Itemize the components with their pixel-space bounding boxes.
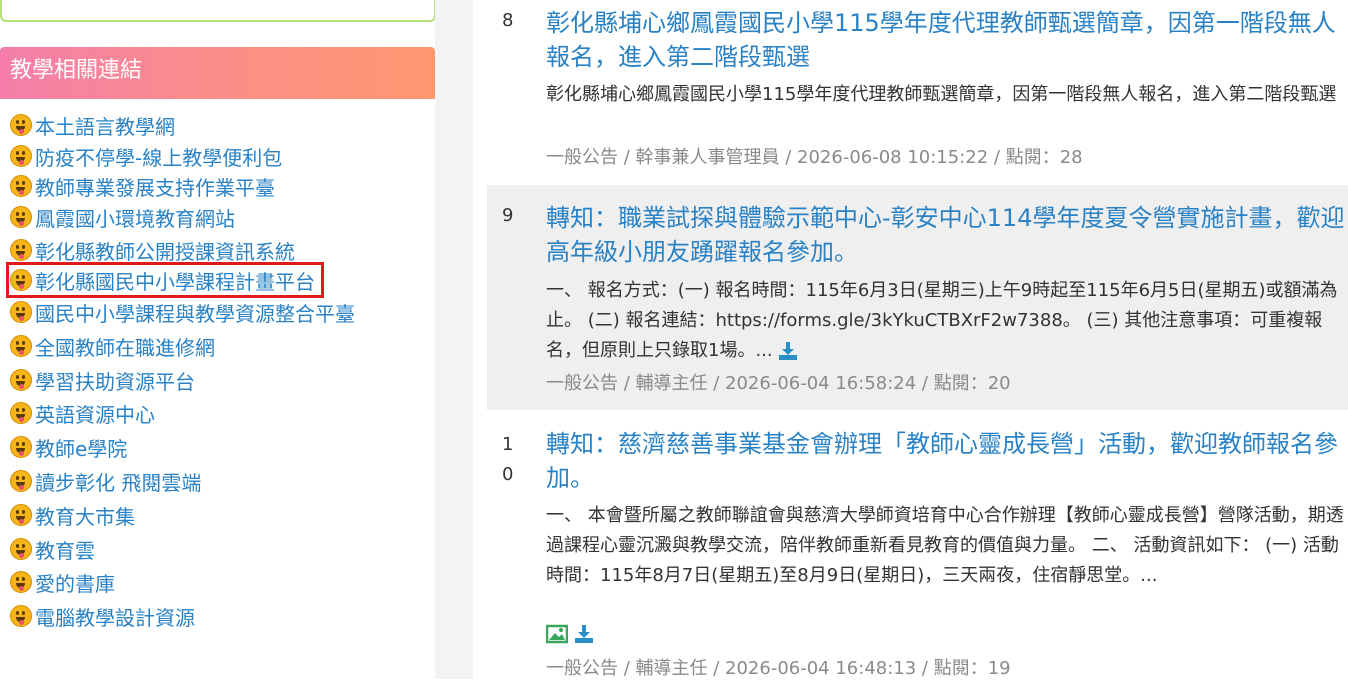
announcement-title-link[interactable]: 彰化縣埔心鄉鳳霞國民小學115學年度代理教師甄選簡章，因第一階段無人報名，進入第… — [546, 6, 1346, 74]
sidebar-link-label[interactable]: 鳳霞國小環境教育網站 — [35, 203, 235, 232]
smiley-tongue-icon — [10, 538, 32, 560]
sidebar-link-item[interactable]: 教育雲 — [10, 534, 95, 564]
download-icon[interactable] — [778, 342, 798, 360]
item-number: 8 — [502, 10, 514, 31]
smiley-tongue-icon — [10, 436, 32, 458]
smiley-tongue-icon — [10, 175, 32, 197]
sidebar-link-label[interactable]: 教育大市集 — [35, 501, 135, 530]
sidebar-link-item[interactable]: 愛的書庫 — [10, 567, 115, 597]
sidebar-link-label[interactable]: 電腦教學設計資源 — [35, 602, 195, 631]
announcement-list: 8 彰化縣埔心鄉鳳霞國民小學115學年度代理教師甄選簡章，因第一階段無人報名，進… — [473, 0, 1348, 679]
sidebar-link-label[interactable]: 愛的書庫 — [35, 568, 115, 597]
sidebar-link-item[interactable]: 彰化縣教師公開授課資訊系統 — [10, 235, 295, 265]
smiley-tongue-icon — [10, 504, 32, 526]
sidebar-link-label[interactable]: 學習扶助資源平台 — [35, 366, 195, 395]
announcement-meta: 一般公告 / 輔導主任 / 2026-06-04 16:58:24 / 點閱：2… — [546, 373, 1011, 394]
sidebar-link-label[interactable]: 彰化縣教師公開授課資訊系統 — [35, 236, 295, 265]
announcement-meta: 一般公告 / 輔導主任 / 2026-06-04 16:48:13 / 點閱：1… — [546, 658, 1011, 679]
image-icon[interactable] — [546, 624, 568, 644]
sidebar-link-item[interactable]: 英語資源中心 — [10, 398, 155, 428]
smiley-tongue-icon — [10, 470, 32, 492]
item-number: 1 0 — [502, 434, 514, 485]
sidebar: 教學相關連結 本土語言教學網 防疫不停學-線上教學便利包 教師專業發展支持作業平臺鳳… — [0, 0, 436, 679]
sidebar-link-item[interactable]: 防疫不停學-線上教學便利包 — [10, 141, 282, 171]
smiley-tongue-icon — [10, 571, 32, 593]
announcement-summary: 彰化縣埔心鄉鳳霞國民小學115學年度代理教師甄選簡章，因第一階段無人報名，進入第… — [546, 84, 1337, 105]
sidebar-link-label[interactable]: 教師e學院 — [35, 433, 127, 462]
attachment-icons — [546, 624, 594, 644]
sidebar-link-item[interactable]: 讀步彰化 飛閱雲端 — [10, 466, 201, 496]
sidebar-link-item[interactable]: 學習扶助資源平台 — [10, 365, 195, 395]
sidebar-link-item[interactable]: 本土語言教學網 — [10, 110, 175, 140]
announcement-summary: 一、 報名方式：(一) 報名時間：115年6月3日(星期三)上午9時起至115年… — [546, 276, 1348, 366]
smiley-tongue-icon — [10, 114, 32, 136]
sidebar-link-label[interactable]: 國民中小學課程與教學資源整合平臺 — [35, 298, 355, 327]
smiley-tongue-icon — [10, 145, 32, 167]
sidebar-link-item[interactable]: 教師e學院 — [10, 432, 127, 462]
announcement-item: 8 彰化縣埔心鄉鳳霞國民小學115學年度代理教師甄選簡章，因第一階段無人報名，進… — [487, 0, 1348, 180]
highlight-annotation-box — [6, 262, 324, 298]
sidebar-link-item[interactable]: 國民中小學課程與教學資源整合平臺 — [10, 297, 355, 327]
sidebar-link-label[interactable]: 英語資源中心 — [35, 399, 155, 428]
announcement-item: 9 轉知：職業試探與體驗示範中心-彰安中心114學年度夏令營實施計畫，歡迎高年級… — [487, 185, 1348, 410]
sidebar-link-item[interactable]: 全國教師在職進修網 — [10, 331, 215, 361]
download-icon[interactable] — [574, 624, 594, 644]
announcement-title-link[interactable]: 轉知：慈濟慈善事業基金會辦理「教師心靈成長營」活動，歡迎教師報名參加。 — [546, 427, 1346, 495]
smiley-tongue-icon — [10, 301, 32, 323]
sidebar-link-label[interactable]: 本土語言教學網 — [35, 111, 175, 140]
smiley-tongue-icon — [10, 369, 32, 391]
item-number: 9 — [502, 205, 514, 226]
smiley-tongue-icon — [10, 239, 32, 261]
announcement-item: 1 0 轉知：慈濟慈善事業基金會辦理「教師心靈成長營」活動，歡迎教師報名參加。 … — [487, 415, 1348, 679]
teaching-links-panel-title: 教學相關連結 — [0, 47, 435, 99]
sidebar-link-label[interactable]: 教育雲 — [35, 535, 95, 564]
announcement-title-link[interactable]: 轉知：職業試探與體驗示範中心-彰安中心114學年度夏令營實施計畫，歡迎高年級小朋… — [546, 201, 1346, 269]
sidebar-link-label[interactable]: 讀步彰化 飛閱雲端 — [35, 467, 201, 496]
smiley-tongue-icon — [10, 402, 32, 424]
sidebar-link-item[interactable]: 教師專業發展支持作業平臺 — [10, 171, 275, 201]
sidebar-link-item[interactable]: 電腦教學設計資源 — [10, 601, 195, 631]
column-gutter — [435, 0, 473, 679]
announcement-summary: 一、 本會暨所屬之教師聯誼會與慈濟大學師資培育中心合作辦理【教師心靈成長營】營隊… — [546, 505, 1344, 586]
sidebar-link-label[interactable]: 教師專業發展支持作業平臺 — [35, 172, 275, 201]
sidebar-link-label[interactable]: 防疫不停學-線上教學便利包 — [35, 142, 282, 171]
announcement-meta: 一般公告 / 幹事兼人事管理員 / 2026-06-08 10:15:22 / … — [546, 147, 1083, 168]
sidebar-link-label[interactable]: 全國教師在職進修網 — [35, 332, 215, 361]
smiley-tongue-icon — [10, 335, 32, 357]
sidebar-link-item[interactable]: 鳳霞國小環境教育網站 — [10, 202, 235, 232]
smiley-tongue-icon — [10, 605, 32, 627]
sidebar-link-item[interactable]: 教育大市集 — [10, 500, 135, 530]
announcement-summary-text: 一、 報名方式：(一) 報名時間：115年6月3日(星期三)上午9時起至115年… — [546, 280, 1338, 361]
previous-panel-bottom — [0, 0, 436, 22]
smiley-tongue-icon — [10, 206, 32, 228]
